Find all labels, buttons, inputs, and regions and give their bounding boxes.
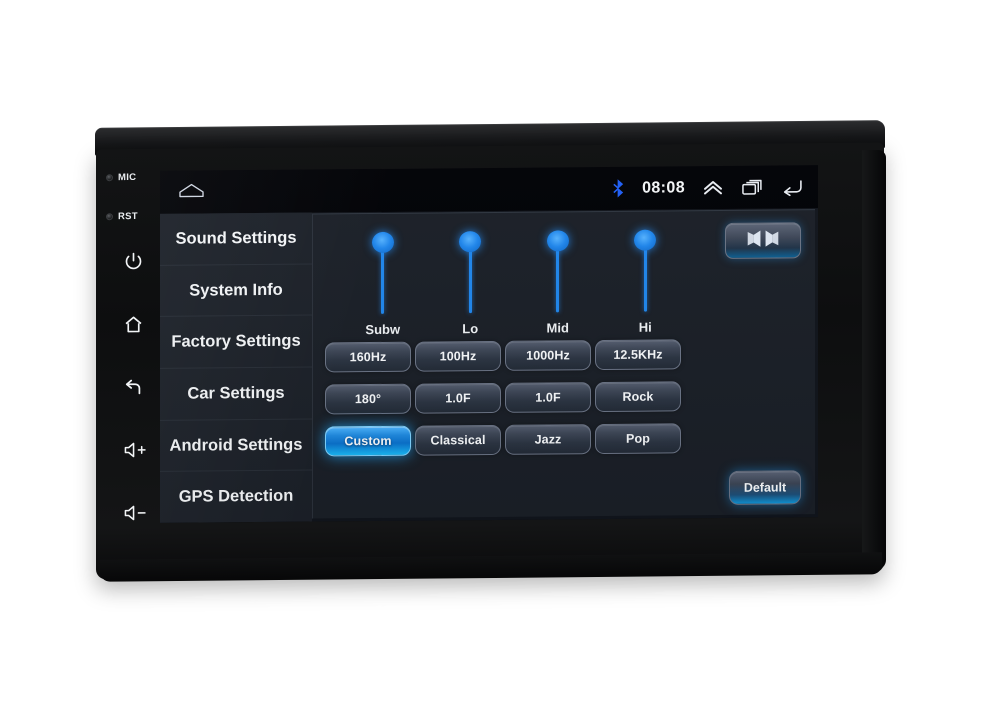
reset-hole-icon[interactable] xyxy=(106,213,113,221)
sidebar-item-system-info[interactable]: System Info xyxy=(160,264,312,318)
volume-up-button[interactable] xyxy=(120,437,152,463)
slider-label: Hi xyxy=(638,319,652,335)
home-icon xyxy=(123,313,144,334)
sidebar-item-android-settings[interactable]: Android Settings xyxy=(160,419,312,473)
status-time: 08:08 xyxy=(642,178,685,197)
sidebar-item-label: Android Settings xyxy=(169,435,303,455)
sidebar-item-label: System Info xyxy=(189,280,283,300)
settings-sidebar: Sound Settings System Info Factory Setti… xyxy=(160,212,312,523)
settings-content: Sound Settings System Info Factory Setti… xyxy=(160,208,818,523)
status-bar: 08:08 xyxy=(160,165,818,214)
device-right-edge xyxy=(862,149,886,571)
eq-button-subwoofer-freq[interactable]: 160Hz xyxy=(325,341,411,373)
slider-label: Subw xyxy=(365,321,401,338)
sidebar-item-gps-detection[interactable]: GPS Detection xyxy=(160,471,312,523)
sidebar-item-factory-settings[interactable]: Factory Settings xyxy=(160,315,312,369)
power-button[interactable] xyxy=(120,248,146,274)
reset-indicator[interactable]: RST xyxy=(106,211,138,222)
balance-fader-icon xyxy=(746,228,780,253)
slider-knob[interactable] xyxy=(634,229,657,251)
mic-label: MIC xyxy=(118,171,137,184)
default-button[interactable]: Default xyxy=(729,470,801,505)
mic-hole-icon xyxy=(106,174,113,182)
eq-preset-pop[interactable]: Pop xyxy=(595,423,681,455)
recent-apps-icon[interactable] xyxy=(741,178,764,196)
eq-preset-rock[interactable]: Rock xyxy=(595,381,681,413)
hardware-home-button[interactable] xyxy=(120,311,146,337)
slider-label: Lo xyxy=(462,321,479,337)
sidebar-item-label: Car Settings xyxy=(187,383,285,403)
sidebar-item-label: Factory Settings xyxy=(171,331,301,351)
home-icon xyxy=(178,181,205,203)
slider-mid[interactable]: Mid xyxy=(514,220,602,339)
sidebar-item-label: Sound Settings xyxy=(175,228,297,248)
equalizer-panel: Subw Lo Mid Hi 160Hz 100Hz 1000Hz 12.5KH… xyxy=(312,209,815,519)
eq-preset-custom[interactable]: Custom xyxy=(325,425,411,457)
touchscreen-display[interactable]: 08:08 Sound Settings System Info Factory… xyxy=(160,165,818,523)
eq-button-low-freq[interactable]: 100Hz xyxy=(415,340,501,372)
volume-up-icon xyxy=(123,440,149,460)
eq-preset-jazz[interactable]: Jazz xyxy=(505,424,591,455)
reset-label: RST xyxy=(118,210,138,223)
slider-knob[interactable] xyxy=(459,231,482,253)
bluetooth-icon[interactable] xyxy=(612,179,625,198)
sidebar-item-sound-settings[interactable]: Sound Settings xyxy=(160,212,312,266)
volume-down-icon xyxy=(123,503,149,523)
back-arrow-icon[interactable] xyxy=(781,178,804,196)
car-head-unit-device: MIC RST 08:08 Sound Settings System Info… xyxy=(0,0,1000,706)
sidebar-item-label: GPS Detection xyxy=(178,486,294,506)
balance-fader-button[interactable] xyxy=(725,222,801,259)
eq-button-high-freq[interactable]: 12.5KHz xyxy=(595,339,681,371)
eq-preset-classical[interactable]: Classical xyxy=(415,424,501,456)
eq-button-phase[interactable]: 180° xyxy=(325,383,411,415)
equalizer-button-grid: 160Hz 100Hz 1000Hz 12.5KHz 180° 1.0F 1.0… xyxy=(325,339,683,457)
eq-button-mid-q[interactable]: 1.0F xyxy=(505,382,591,413)
hardware-back-button[interactable] xyxy=(120,374,146,400)
volume-down-button[interactable] xyxy=(120,500,152,526)
power-icon xyxy=(123,250,144,271)
chevron-up-icon[interactable] xyxy=(702,179,724,196)
eq-button-low-q[interactable]: 1.0F xyxy=(415,382,501,414)
eq-button-mid-freq[interactable]: 1000Hz xyxy=(505,340,591,371)
equalizer-sliders: Subw Lo Mid Hi xyxy=(339,219,689,340)
slider-subwoofer[interactable]: Subw xyxy=(339,222,427,341)
slider-knob[interactable] xyxy=(546,230,569,252)
back-icon xyxy=(122,376,144,398)
hardware-button-column: MIC RST xyxy=(104,158,162,559)
mic-indicator: MIC xyxy=(106,172,136,183)
slider-low[interactable]: Lo xyxy=(427,221,515,340)
statusbar-home-button[interactable] xyxy=(176,181,206,203)
slider-label: Mid xyxy=(546,320,569,336)
statusbar-right-group: 08:08 xyxy=(612,177,804,198)
slider-high[interactable]: Hi xyxy=(602,219,690,338)
slider-knob[interactable] xyxy=(371,231,394,254)
sidebar-item-car-settings[interactable]: Car Settings xyxy=(160,367,312,421)
